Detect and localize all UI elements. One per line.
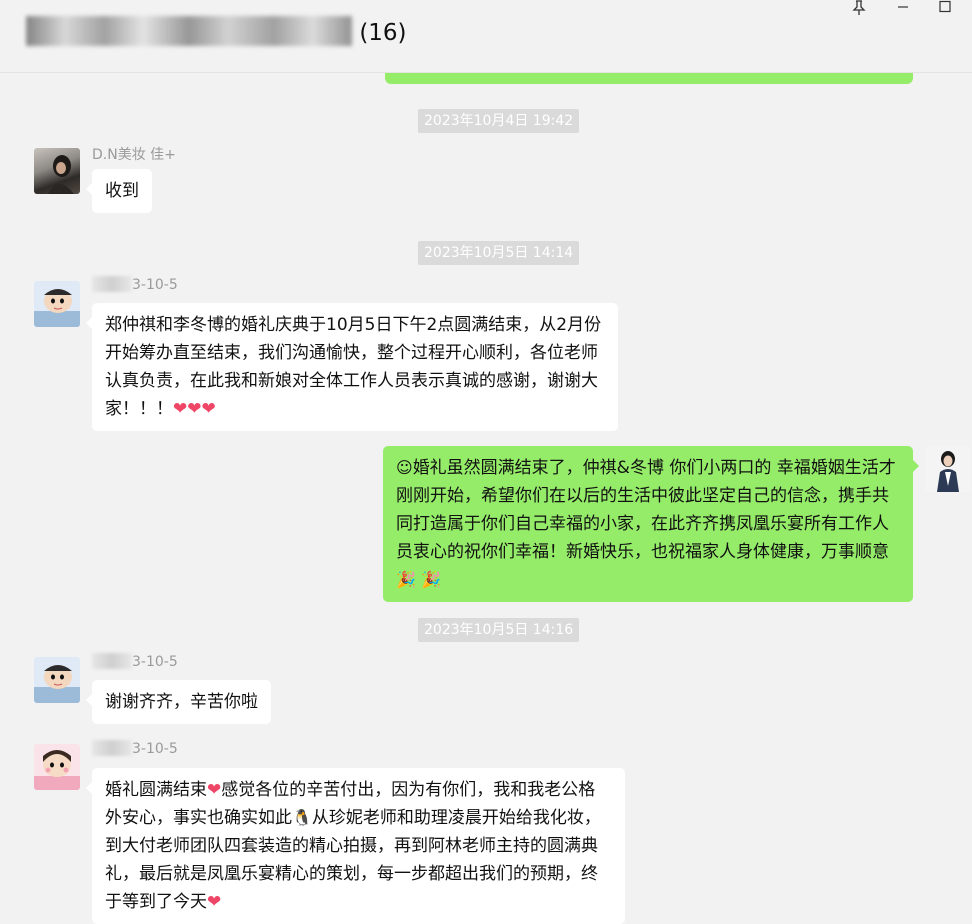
pin-icon[interactable] <box>846 0 872 18</box>
message-bubble[interactable]: 收到 <box>86 169 152 213</box>
timestamp: 2023年10月4日 19:42 <box>418 109 580 133</box>
timestamp: 2023年10月5日 14:14 <box>418 241 580 265</box>
maximize-icon[interactable] <box>932 0 958 18</box>
message-bubble[interactable]: 谢谢齐齐，辛苦你啦 <box>86 680 271 724</box>
sender-name: 3-10-5 <box>92 276 178 293</box>
heart-emoji: ❤ <box>207 892 222 912</box>
title-bar: (16) <box>0 0 972 73</box>
party-emoji: 🎉 🎉 <box>396 570 441 589</box>
my-message-bubble[interactable]: ☺婚礼虽然圆满结束了，仲祺&冬博 你们小两口的 幸福婚姻生活才刚刚开始，希望你们… <box>383 446 919 602</box>
chat-title: (16) <box>26 16 407 46</box>
message-text: 谢谢齐齐，辛苦你啦 <box>105 692 258 712</box>
redacted-title <box>26 16 352 46</box>
penguin-emoji: 🐧 <box>292 808 312 827</box>
my-avatar[interactable] <box>925 446 971 492</box>
avatar[interactable] <box>34 281 80 327</box>
sender-name: 3-10-5 <box>92 740 178 757</box>
sender-name: 3-10-5 <box>92 653 178 670</box>
message-bubble[interactable]: 婚礼圆满结束❤感觉各位的辛苦付出，因为有你们，我和我老公格外安心，事实也确实如此… <box>86 768 625 924</box>
timestamp: 2023年10月5日 14:16 <box>418 618 580 642</box>
member-count: (16) <box>359 20 407 46</box>
heart-emoji: ❤ <box>207 780 222 800</box>
redacted-name <box>92 276 132 292</box>
heart-emoji: ❤❤❤ <box>173 399 216 419</box>
message-bubble[interactable]: 郑仲祺和李冬博的婚礼庆典于10月5日下午2点圆满结束，从2月份开始筹办直至结束，… <box>86 303 618 431</box>
minimize-icon[interactable] <box>890 0 916 18</box>
redacted-name <box>92 653 132 669</box>
avatar[interactable] <box>34 657 80 703</box>
sender-name: D.N美妆 佳+ <box>92 147 176 163</box>
smile-emoji: ☺ <box>396 458 413 477</box>
redacted-name <box>92 740 132 756</box>
avatar[interactable] <box>34 148 80 194</box>
message-text: 婚礼虽然圆满结束了，仲祺&冬博 你们小两口的 幸福婚姻生活才刚刚开始，希望你们在… <box>396 458 896 562</box>
avatar[interactable] <box>34 744 80 790</box>
message-text: 收到 <box>105 181 139 201</box>
message-text: 婚礼圆满结束 <box>105 780 207 800</box>
